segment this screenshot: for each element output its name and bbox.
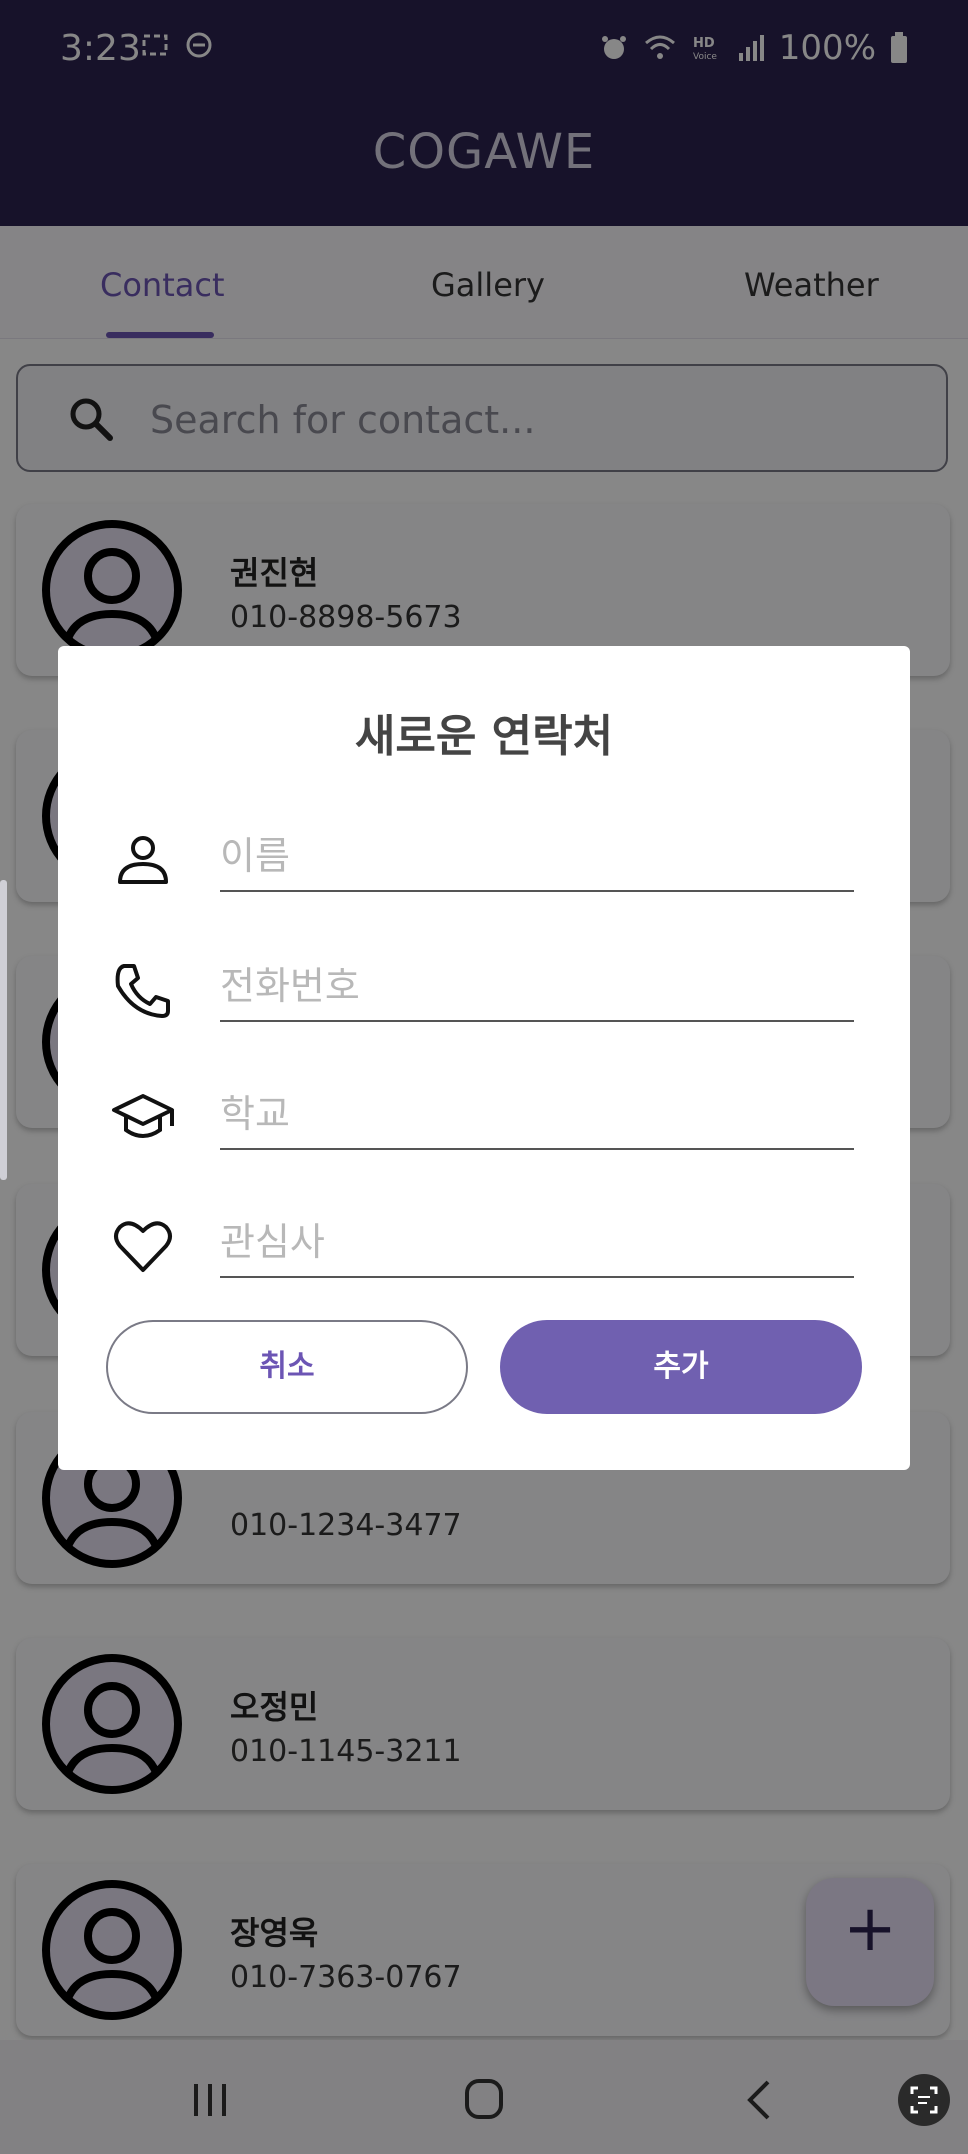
add-button[interactable]: 추가 <box>500 1320 862 1414</box>
interest-input[interactable] <box>220 1208 854 1278</box>
school-row <box>58 1066 910 1176</box>
screen-capture-button[interactable] <box>898 2074 950 2126</box>
cancel-button[interactable]: 취소 <box>106 1320 468 1414</box>
name-input[interactable] <box>220 822 854 892</box>
graduation-cap-icon <box>112 1094 174 1138</box>
new-contact-dialog: 새로운 연락처 취소 추가 <box>58 646 910 1470</box>
name-row <box>58 808 910 918</box>
phone-input[interactable] <box>220 952 854 1022</box>
dialog-title: 새로운 연락처 <box>354 711 614 762</box>
edge-panel-handle[interactable] <box>0 880 7 1180</box>
person-icon <box>118 836 168 884</box>
scan-icon <box>910 2086 938 2114</box>
school-input[interactable] <box>220 1080 854 1150</box>
phone-row <box>58 938 910 1048</box>
interest-row <box>58 1194 910 1304</box>
heart-icon <box>114 1221 172 1272</box>
phone-icon <box>115 964 170 1018</box>
